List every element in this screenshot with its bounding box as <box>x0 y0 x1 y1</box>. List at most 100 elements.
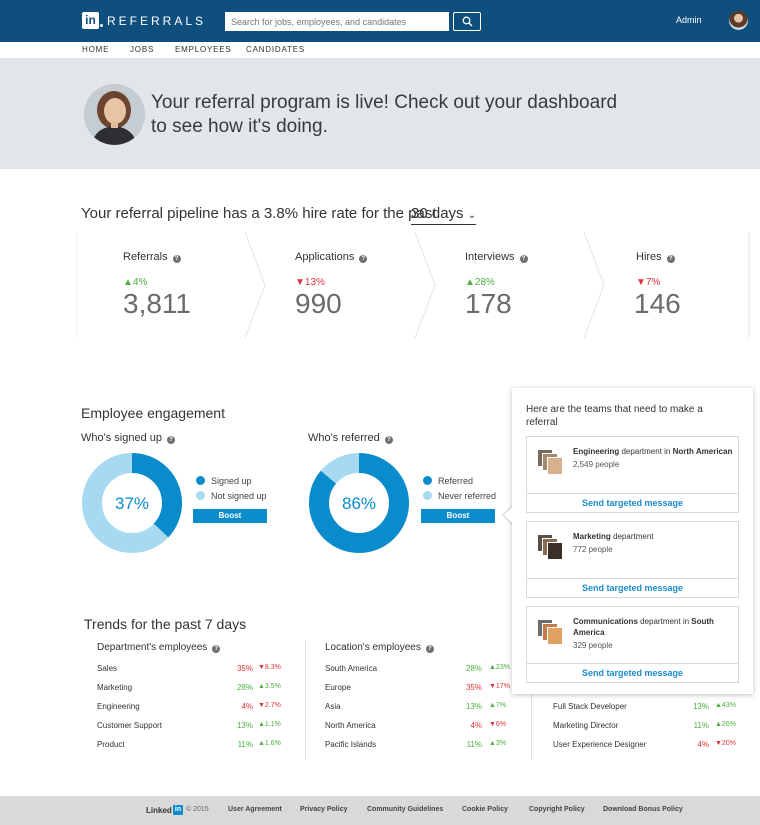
row-change: ▲1.1% <box>258 721 281 728</box>
nav-home[interactable]: HOME <box>82 45 109 54</box>
engagement-title: Employee engagement <box>81 405 225 421</box>
row-value: 13% <box>465 702 482 711</box>
send-targeted-message-button[interactable]: Send targeted message <box>527 578 738 597</box>
info-icon[interactable]: ? <box>359 255 368 263</box>
row-name: Sales <box>97 664 118 673</box>
row-value: 28% <box>465 664 482 673</box>
footer-link[interactable]: Privacy Policy <box>300 806 347 813</box>
row-value: 28% <box>236 683 253 692</box>
send-targeted-message-button[interactable]: Send targeted message <box>527 663 738 682</box>
list-item[interactable]: South America 28% ▲23% <box>325 664 515 676</box>
footer-link[interactable]: Cookie Policy <box>462 806 508 813</box>
hero-banner: Your referral program is live! Check out… <box>0 59 760 169</box>
row-value: 13% <box>236 721 253 730</box>
row-change: ▲1.6% <box>258 740 281 747</box>
send-targeted-message-button[interactable]: Send targeted message <box>527 493 738 512</box>
list-item[interactable]: Customer Support 13% ▲1.1% <box>97 721 297 733</box>
legend-swatch <box>423 491 432 500</box>
avatar[interactable] <box>729 11 748 30</box>
info-icon[interactable]: ? <box>212 645 221 653</box>
list-item[interactable]: Engineering 4% ▼2.7% <box>97 702 297 714</box>
metric-label-text: Interviews <box>465 251 515 263</box>
row-change: ▼6% <box>489 721 507 728</box>
row-name: Product <box>97 740 125 749</box>
row-name: Full Stack Developer <box>553 702 627 711</box>
row-name: Engineering <box>97 702 140 711</box>
referred-donut: 86% <box>309 453 409 553</box>
list-item[interactable]: Product 11% ▲1.6% <box>97 740 297 752</box>
legend-label: Signed up <box>211 476 252 486</box>
list-item[interactable]: Marketing Director 11% ▲26% <box>553 721 743 733</box>
info-icon[interactable]: ? <box>425 645 434 653</box>
list-item[interactable]: Marketing 28% ▲3.5% <box>97 683 297 695</box>
list-item[interactable]: North America 4% ▼6% <box>325 721 515 733</box>
row-name: Marketing <box>97 683 133 692</box>
info-icon[interactable]: ? <box>666 255 675 263</box>
row-name: Marketing Director <box>553 721 619 730</box>
column-divider <box>305 640 306 760</box>
brand-name: REFERRALS <box>107 14 207 28</box>
team-name: Communications <box>573 617 638 626</box>
row-change: ▼2.7% <box>258 702 281 709</box>
signed-up-title: Who's signed up? <box>81 432 175 444</box>
nav-jobs[interactable]: JOBS <box>130 45 154 54</box>
metric-label: Referrals? <box>123 251 181 263</box>
footer-link[interactable]: Copyright Policy <box>529 806 585 813</box>
chevron-down-icon: ⌄ <box>467 210 477 221</box>
metric-label: Interviews? <box>465 251 528 263</box>
teams-panel-title: Here are the teams that need to make a r… <box>526 404 703 428</box>
signed-up-title-text: Who's signed up <box>81 432 162 444</box>
list-item[interactable]: Full Stack Developer 13% ▲43% <box>553 702 743 714</box>
search-button[interactable] <box>453 12 481 31</box>
team-suffix: department in <box>637 617 692 626</box>
list-item[interactable]: Sales 35% ▼8.3% <box>97 664 297 676</box>
list-item[interactable]: Pacific Islands 11% ▲3% <box>325 740 515 752</box>
boost-referred-button[interactable]: Boost <box>421 509 495 523</box>
team-photos-icon <box>537 449 565 477</box>
row-change: ▲3% <box>489 740 507 747</box>
row-value: 4% <box>470 721 482 730</box>
info-icon[interactable]: ? <box>519 255 528 263</box>
search-icon <box>462 16 473 27</box>
metric-change: ▼13% <box>295 277 325 288</box>
metric-label: Hires? <box>636 251 675 263</box>
team-description: Communications department in South Ameri… <box>573 616 733 651</box>
nav-candidates[interactable]: CANDIDATES <box>246 45 305 54</box>
footer-link[interactable]: Community Guidelines <box>367 806 443 813</box>
legend-not-signed-up: Not signed up <box>196 491 267 501</box>
list-item[interactable]: Europe 35% ▼17% <box>325 683 515 695</box>
hero-avatar <box>84 84 145 145</box>
search-input[interactable] <box>225 12 449 31</box>
row-value: 35% <box>236 664 253 673</box>
row-name: Customer Support <box>97 721 162 730</box>
footer-link[interactable]: User Agreement <box>228 806 282 813</box>
team-photos-icon <box>537 534 565 562</box>
info-icon[interactable]: ? <box>166 436 175 444</box>
list-item[interactable]: Asia 13% ▲7% <box>325 702 515 714</box>
nav-employees[interactable]: EMPLOYEES <box>175 45 232 54</box>
list-item[interactable]: User Experience Designer 4% ▼20% <box>553 740 743 752</box>
team-description: Marketing department 772 people <box>573 531 733 555</box>
metric-label-text: Applications <box>295 251 355 263</box>
info-icon[interactable]: ? <box>384 436 393 444</box>
legend-swatch <box>196 491 205 500</box>
info-icon[interactable]: ? <box>172 255 181 263</box>
row-value: 4% <box>697 740 709 749</box>
referred-title: Who's referred? <box>308 432 393 444</box>
footer-link[interactable]: Download Bonus Policy <box>603 806 683 813</box>
boost-signed-up-button[interactable]: Boost <box>193 509 267 523</box>
metric-change: ▲4% <box>123 277 148 288</box>
metric-value: 3,811 <box>123 288 191 319</box>
linkedin-logo-icon[interactable]: in <box>82 12 99 29</box>
team-count: 2,549 people <box>573 460 620 469</box>
top-bar: in REFERRALS Admin <box>0 0 760 42</box>
row-name: South America <box>325 664 378 673</box>
column-header-text: Location's employees <box>325 642 421 653</box>
team-suffix: department <box>610 532 654 541</box>
team-suffix: department in <box>619 447 673 456</box>
main-nav: HOME JOBS EMPLOYEES CANDIDATES <box>0 42 760 59</box>
row-value: 11% <box>237 740 253 749</box>
user-label[interactable]: Admin <box>676 15 702 25</box>
range-dropdown[interactable]: 30 days ⌄ <box>411 205 477 225</box>
legend-label: Referred <box>438 476 474 486</box>
